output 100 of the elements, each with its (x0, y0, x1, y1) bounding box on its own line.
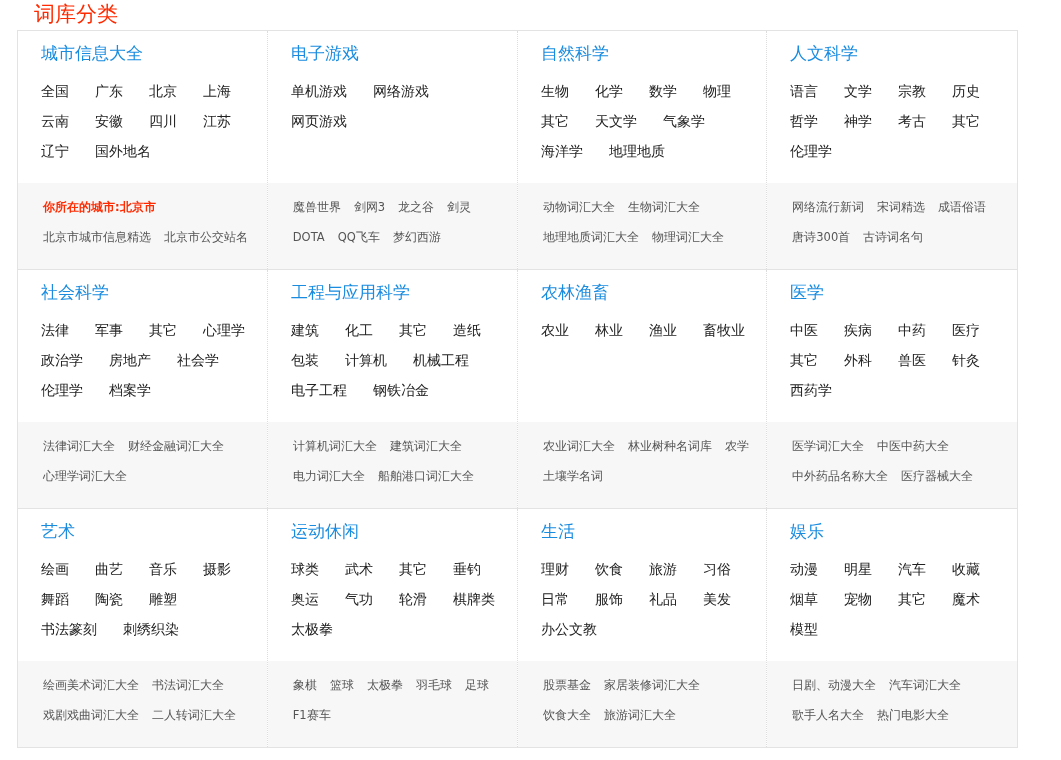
category-link[interactable]: 舞蹈 (41, 584, 69, 614)
word-list-link[interactable]: 中医中药大全 (877, 438, 950, 454)
word-list-link[interactable]: 家居装修词汇大全 (603, 677, 700, 693)
word-list-link[interactable]: 戏剧戏曲词汇大全 (43, 707, 139, 723)
category-link[interactable]: 摄影 (203, 554, 231, 584)
word-list-link[interactable]: 电力词汇大全 (292, 468, 365, 484)
category-link[interactable]: 曲艺 (95, 554, 123, 584)
word-list-link[interactable]: 船舶港口词汇大全 (377, 468, 474, 484)
category-link[interactable]: 辽宁 (41, 136, 69, 166)
category-link[interactable]: 音乐 (149, 554, 177, 584)
category-link[interactable]: 外科 (844, 345, 873, 375)
category-link[interactable]: 心理学 (203, 315, 245, 345)
category-link[interactable]: 其它 (952, 106, 981, 136)
category-title[interactable]: 农林渔畜 (540, 280, 609, 304)
word-list-link[interactable]: 梦幻西游 (392, 229, 441, 245)
category-link[interactable]: 宗教 (898, 76, 927, 106)
category-link[interactable]: 习俗 (702, 554, 731, 584)
category-link[interactable]: 魔术 (952, 584, 981, 614)
category-link[interactable]: 数学 (648, 76, 677, 106)
category-link[interactable]: 文学 (844, 76, 873, 106)
word-list-link[interactable]: QQ飞车 (337, 229, 380, 245)
category-link[interactable]: 刺绣织染 (123, 614, 179, 644)
category-link[interactable]: 气功 (344, 584, 373, 614)
word-list-link[interactable]: 生物词汇大全 (627, 199, 700, 215)
category-link[interactable]: 礼品 (648, 584, 677, 614)
category-link[interactable]: 陶瓷 (95, 584, 123, 614)
word-list-link[interactable]: 医疗器械大全 (901, 468, 974, 484)
word-list-link[interactable]: 篮球 (329, 677, 354, 693)
category-link[interactable]: 四川 (149, 106, 177, 136)
category-link[interactable]: 钢铁冶金 (372, 375, 429, 405)
category-title[interactable]: 工程与应用科学 (290, 280, 410, 304)
word-list-link[interactable]: 心理学词汇大全 (43, 468, 127, 484)
category-link[interactable]: 社会学 (177, 345, 219, 375)
category-link[interactable]: 旅游 (648, 554, 677, 584)
category-link[interactable]: 其它 (790, 345, 819, 375)
category-link[interactable]: 化工 (344, 315, 373, 345)
category-link[interactable]: 机械工程 (412, 345, 469, 375)
word-list-link[interactable]: 热门电影大全 (877, 707, 950, 723)
category-link[interactable]: 医疗 (952, 315, 981, 345)
category-link[interactable]: 中药 (898, 315, 927, 345)
category-link[interactable]: 网页游戏 (290, 106, 347, 136)
category-link[interactable]: 兽医 (898, 345, 927, 375)
word-list-link[interactable]: 物理词汇大全 (651, 229, 724, 245)
category-link[interactable]: 气象学 (662, 106, 705, 136)
word-list-link[interactable]: 绘画美术词汇大全 (43, 677, 139, 693)
category-link[interactable]: 化学 (594, 76, 623, 106)
category-link[interactable]: 书法篆刻 (41, 614, 97, 644)
category-link[interactable]: 其它 (398, 315, 427, 345)
category-link[interactable]: 考古 (898, 106, 927, 136)
word-list-link[interactable]: 饮食大全 (542, 707, 591, 723)
word-list-link[interactable]: 动物词汇大全 (542, 199, 615, 215)
category-link[interactable]: 电子工程 (290, 375, 347, 405)
word-list-link[interactable]: 书法词汇大全 (152, 677, 224, 693)
category-link[interactable]: 武术 (344, 554, 373, 584)
category-link[interactable]: 国外地名 (95, 136, 151, 166)
location-label[interactable]: 你所在的城市:北京市 (43, 199, 156, 215)
category-link[interactable]: 收藏 (952, 554, 981, 584)
category-link[interactable]: 奥运 (290, 584, 319, 614)
word-list-link[interactable]: 计算机词汇大全 (292, 438, 377, 454)
category-link[interactable]: 历史 (952, 76, 981, 106)
category-link[interactable]: 理财 (540, 554, 569, 584)
category-link[interactable]: 中医 (790, 315, 819, 345)
category-link[interactable]: 汽车 (898, 554, 927, 584)
category-link[interactable]: 法律 (41, 315, 69, 345)
category-link[interactable]: 神学 (844, 106, 873, 136)
word-list-link[interactable]: 古诗词名句 (863, 229, 924, 245)
category-title[interactable]: 艺术 (41, 519, 75, 543)
category-link[interactable]: 明星 (844, 554, 873, 584)
word-list-link[interactable]: 地理地质词汇大全 (542, 229, 639, 245)
word-list-link[interactable]: 建筑词汇大全 (389, 438, 462, 454)
category-title[interactable]: 自然科学 (540, 41, 609, 65)
word-list-link[interactable]: 二人转词汇大全 (152, 707, 236, 723)
category-title[interactable]: 人文科学 (790, 41, 859, 65)
word-list-link[interactable]: 土壤学名词 (542, 468, 603, 484)
word-list-link[interactable]: 唐诗300首 (792, 229, 851, 245)
category-link[interactable]: 渔业 (648, 315, 677, 345)
word-list-link[interactable]: 歌手人名大全 (792, 707, 865, 723)
category-link[interactable]: 动漫 (790, 554, 819, 584)
category-link[interactable]: 林业 (594, 315, 623, 345)
category-link[interactable]: 西药学 (790, 375, 833, 405)
category-link[interactable]: 其它 (149, 315, 177, 345)
category-link[interactable]: 办公文教 (540, 614, 597, 644)
category-title[interactable]: 电子游戏 (290, 41, 359, 65)
word-list-link[interactable]: 日剧、动漫大全 (792, 677, 877, 693)
word-list-link[interactable]: 股票基金 (542, 677, 591, 693)
word-list-link[interactable]: 象棋 (292, 677, 317, 693)
category-link[interactable]: 广东 (95, 76, 123, 106)
category-title[interactable]: 娱乐 (790, 519, 825, 543)
category-link[interactable]: 江苏 (203, 106, 231, 136)
word-list-link[interactable]: 北京市城市信息精选 (43, 229, 151, 245)
category-link[interactable]: 烟草 (790, 584, 819, 614)
word-list-link[interactable]: 农业词汇大全 (542, 438, 615, 454)
category-link[interactable]: 上海 (203, 76, 231, 106)
word-list-link[interactable]: 林业树种名词库 (627, 438, 712, 454)
word-list-link[interactable]: 剑灵 (447, 199, 472, 215)
category-title[interactable]: 社会科学 (41, 280, 109, 304)
category-link[interactable]: 日常 (540, 584, 569, 614)
category-link[interactable]: 针灸 (952, 345, 981, 375)
word-list-link[interactable]: 剑网3 (353, 199, 386, 215)
category-link[interactable]: 宠物 (844, 584, 873, 614)
